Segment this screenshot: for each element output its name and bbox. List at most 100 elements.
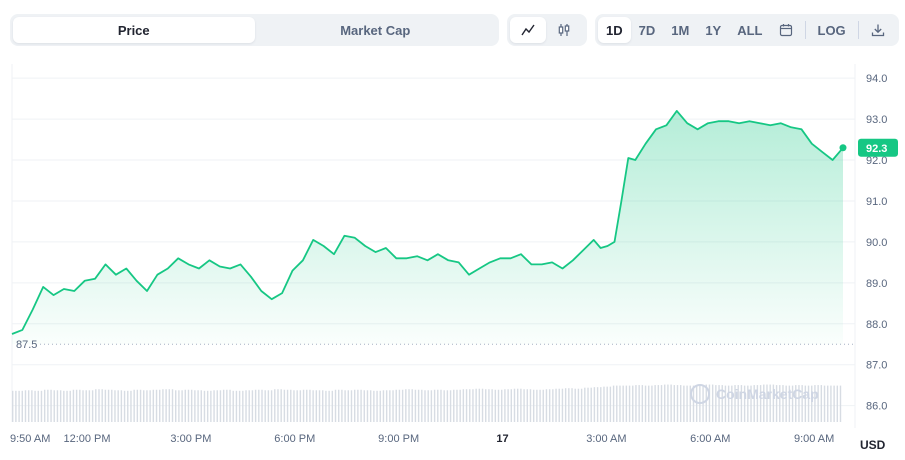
volume-bar [462, 389, 465, 422]
volume-bar [296, 390, 298, 422]
volume-bar [226, 389, 228, 422]
volume-bar [341, 389, 343, 422]
volume-bar [692, 385, 695, 422]
volume-bar [293, 390, 295, 422]
volume-bar [75, 389, 78, 422]
volume-bar [203, 390, 206, 422]
volume-bar [95, 389, 97, 422]
volume-bar [491, 389, 493, 422]
volume-bar [440, 389, 442, 422]
volume-bar [197, 390, 199, 422]
volume-bar [529, 389, 532, 422]
x-tick-label: 9:50 AM [10, 433, 50, 445]
volume-bar [510, 389, 512, 422]
volume-bar [40, 390, 43, 422]
volume-bar [526, 389, 528, 422]
volume-bar [184, 389, 186, 422]
volume-bar [213, 390, 215, 422]
volume-bar [648, 385, 650, 422]
volume-bar [309, 389, 311, 422]
volume-bar [475, 388, 477, 422]
volume-bar [507, 389, 509, 422]
volume-bar [235, 390, 238, 422]
volume-bar [162, 389, 164, 422]
volume-bar [299, 390, 302, 422]
y-tick-label: 88.0 [866, 319, 887, 331]
volume-bar [283, 389, 286, 422]
volume-bar [69, 390, 71, 422]
volume-bar [641, 385, 644, 422]
volume-bar [590, 387, 592, 422]
volume-bar [478, 388, 481, 422]
volume-bar [453, 389, 455, 422]
y-tick-label: 94.0 [866, 73, 887, 85]
volume-bar [558, 388, 560, 422]
volume-bar [280, 389, 282, 422]
volume-bar [357, 389, 359, 422]
volume-bar [267, 390, 270, 422]
volume-bar [210, 390, 212, 422]
volume-bar [555, 388, 557, 422]
volume-bar [516, 388, 519, 422]
price-chart[interactable]: 86.0 87.0 88.0 89.0 90.0 91.0 92.0 93.0 94.0 9:5… [0, 0, 905, 460]
volume-bar [606, 386, 608, 422]
volume-bar [532, 389, 535, 422]
volume-bar [152, 389, 155, 422]
volume-bar [584, 387, 586, 422]
volume-bar [472, 389, 474, 422]
volume-bar [373, 390, 375, 422]
volume-bar [216, 390, 218, 422]
volume-bar [155, 389, 158, 422]
volume-bar [820, 385, 823, 422]
y-tick-label: 89.0 [866, 278, 887, 290]
volume-bar [622, 385, 624, 422]
volume-bar [200, 390, 202, 422]
volume-bar [274, 389, 276, 422]
volume-bar [654, 385, 656, 422]
volume-bar [494, 389, 497, 422]
volume-bar [130, 390, 132, 422]
volume-bar [561, 388, 564, 422]
volume-bar [328, 390, 330, 422]
volume-bar [485, 389, 487, 422]
volume-bar [245, 390, 247, 422]
volume-bar [139, 389, 142, 422]
volume-bar [143, 390, 145, 422]
volume-bar [363, 390, 365, 422]
volume-bar [539, 389, 541, 422]
volume-bar [488, 389, 490, 422]
volume-bar [114, 390, 116, 422]
volume-bar [331, 390, 334, 422]
volume-bar [501, 389, 503, 422]
volume-bar [306, 389, 308, 422]
volume-bar [127, 390, 129, 422]
volume-bar [21, 390, 23, 422]
volume-bar [101, 389, 103, 422]
x-tick-label: 9:00 PM [378, 433, 419, 445]
volume-bar [12, 390, 14, 422]
volume-bar [43, 389, 46, 422]
x-tick-label: 12:00 PM [63, 433, 110, 445]
volume-bar [123, 390, 126, 422]
volume-bar [523, 389, 525, 422]
volume-bar [673, 385, 676, 422]
volume-bar [98, 389, 100, 422]
volume-bar [385, 390, 388, 422]
volume-bar [232, 390, 234, 422]
volume-bar [107, 389, 110, 422]
volume-bar [705, 384, 707, 422]
volume-bar [251, 390, 254, 422]
volume-bar [165, 389, 167, 422]
volume-bar [91, 390, 94, 422]
volume-bar [59, 390, 62, 422]
volume-bar [187, 389, 190, 422]
volume-bar [277, 389, 279, 422]
volume-bar [437, 389, 439, 422]
volume-bar [238, 390, 241, 422]
volume-bar [149, 390, 151, 422]
volume-bar [286, 389, 289, 422]
volume-bar [146, 390, 148, 422]
volume-bar [552, 389, 554, 422]
volume-bar [315, 390, 318, 422]
volume-bar [603, 386, 605, 422]
